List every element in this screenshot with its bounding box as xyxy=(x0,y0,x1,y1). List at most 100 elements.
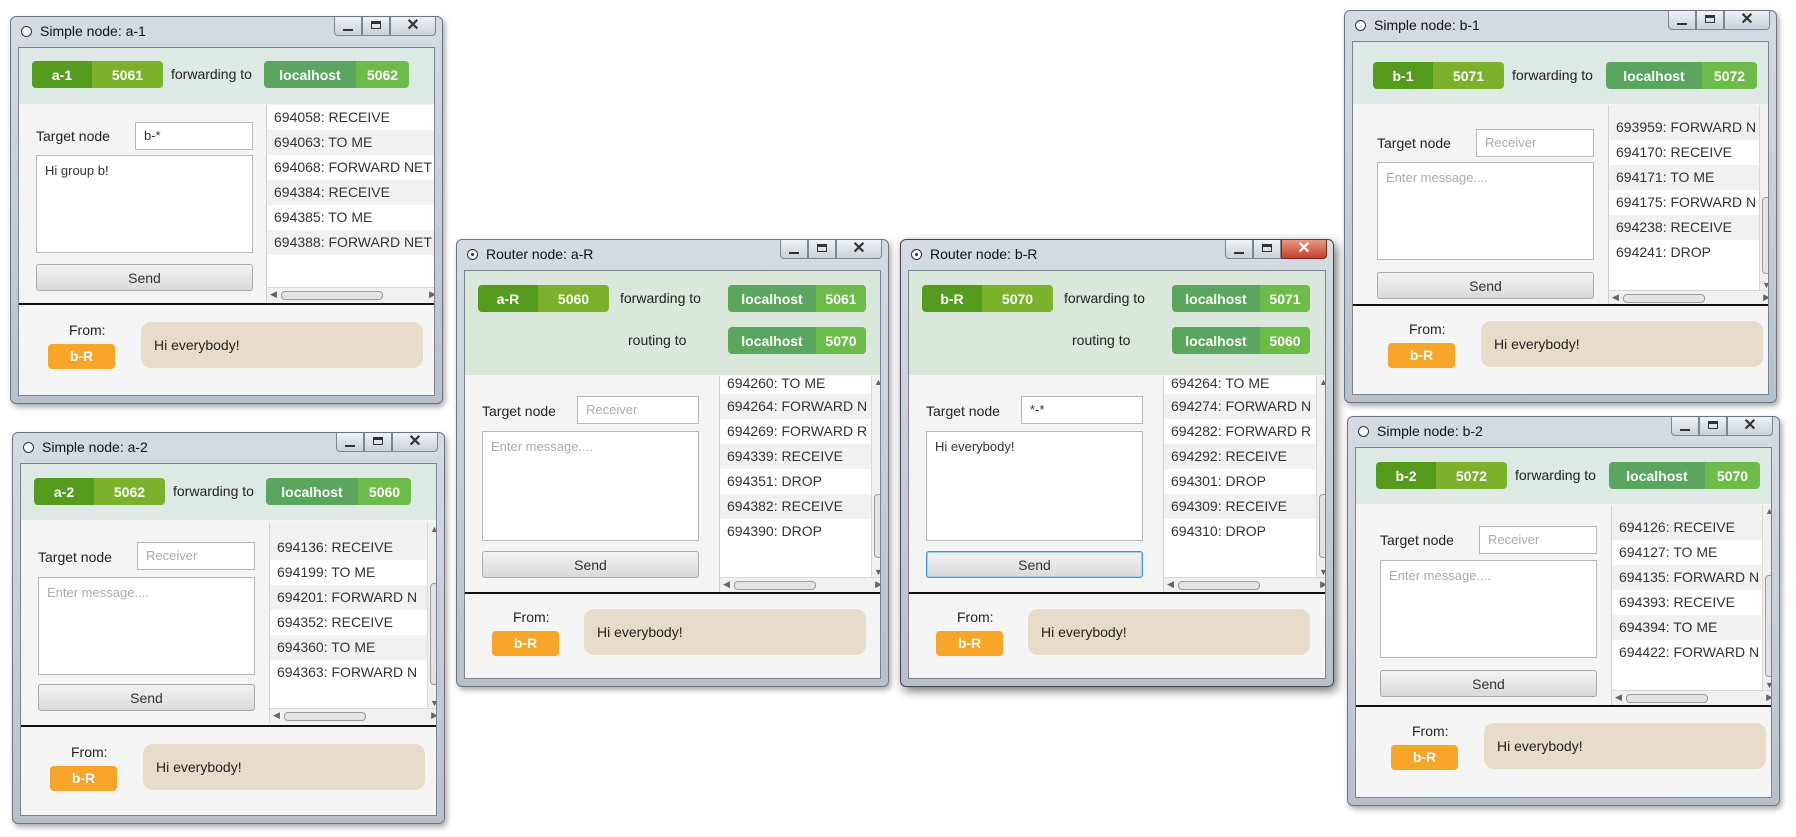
scroll-thumb[interactable] xyxy=(734,581,816,590)
scroll-left-icon[interactable]: ◀ xyxy=(1167,579,1174,590)
scroll-right-icon[interactable]: ▶ xyxy=(1766,692,1771,703)
scroll-down-icon[interactable]: ▼ xyxy=(1319,567,1325,577)
close-button[interactable]: ✕ xyxy=(1281,240,1327,259)
event-log[interactable]: 694264: TO ME 694274: FORWARD N 694282: … xyxy=(1163,376,1325,592)
forwarding-label: forwarding to xyxy=(173,483,254,499)
close-button[interactable]: ✕ xyxy=(836,240,882,259)
vertical-scrollbar[interactable]: ▲ ▼ xyxy=(871,376,880,578)
scroll-right-icon[interactable]: ▶ xyxy=(1320,579,1325,590)
maximize-button[interactable] xyxy=(1699,417,1727,436)
minimize-button[interactable] xyxy=(1671,417,1699,436)
target-node-input[interactable]: b-* xyxy=(135,122,253,150)
horizontal-scrollbar[interactable]: ◀ ▶ xyxy=(267,287,434,302)
target-node-input[interactable]: Receiver xyxy=(137,542,255,570)
event-log[interactable]: 694126: RECEIVE 694127: TO ME 694135: FO… xyxy=(1611,505,1771,705)
scroll-right-icon[interactable]: ▶ xyxy=(431,710,436,721)
scroll-thumb[interactable] xyxy=(1319,494,1325,558)
vertical-scrollbar[interactable]: ▲ ▼ xyxy=(1762,505,1771,691)
scroll-right-icon[interactable]: ▶ xyxy=(875,579,880,590)
event-log[interactable]: 693959: FORWARD N 694170: RECEIVE 694171… xyxy=(1608,105,1768,305)
scroll-thumb[interactable] xyxy=(1765,575,1771,677)
scroll-down-icon[interactable]: ▼ xyxy=(430,698,436,708)
send-button[interactable]: Send xyxy=(38,684,255,711)
title-bar[interactable]: Router node: a-R ✕ xyxy=(457,240,888,270)
message-input[interactable]: Enter message.... xyxy=(1377,162,1594,260)
scroll-down-icon[interactable]: ▼ xyxy=(874,567,880,577)
vertical-scrollbar[interactable]: ▲ ▼ xyxy=(427,523,436,709)
vertical-scrollbar[interactable]: ▼ xyxy=(1759,105,1768,291)
event-log[interactable]: 694058: RECEIVE 694063: TO ME 694068: FO… xyxy=(266,105,434,302)
vertical-scrollbar[interactable]: ▲ ▼ xyxy=(1316,376,1325,578)
send-button[interactable]: Send xyxy=(1377,272,1594,299)
close-icon: ✕ xyxy=(406,17,420,34)
close-button[interactable]: ✕ xyxy=(1724,11,1770,30)
scroll-up-icon[interactable]: ▲ xyxy=(874,377,880,387)
scroll-left-icon[interactable]: ◀ xyxy=(1615,692,1622,703)
target-node-input[interactable]: Receiver xyxy=(1479,526,1597,554)
minimize-button[interactable] xyxy=(336,433,364,452)
scroll-up-icon[interactable]: ▲ xyxy=(1319,377,1325,387)
send-button[interactable]: Send xyxy=(926,551,1143,578)
maximize-button[interactable] xyxy=(808,240,836,259)
scroll-thumb[interactable] xyxy=(430,583,436,685)
message-bubble: Hi everybody! xyxy=(584,609,866,655)
scroll-thumb[interactable] xyxy=(281,291,383,300)
send-button[interactable]: Send xyxy=(482,551,699,578)
message-input[interactable]: Enter message.... xyxy=(1380,560,1597,658)
target-node-input[interactable]: Receiver xyxy=(577,396,699,424)
scroll-left-icon[interactable]: ◀ xyxy=(723,579,730,590)
horizontal-scrollbar[interactable]: ◀ ▶ xyxy=(720,577,880,592)
maximize-button[interactable] xyxy=(364,433,392,452)
scroll-down-icon[interactable]: ▼ xyxy=(1765,680,1771,690)
minimize-button[interactable] xyxy=(334,17,362,36)
route-host: localhost xyxy=(1172,327,1260,354)
message-input[interactable]: Hi group b! xyxy=(36,155,253,253)
event-log[interactable]: 694260: TO ME 694264: FORWARD N 694269: … xyxy=(719,376,880,592)
title-bar[interactable]: Router node: b-R ✕ xyxy=(901,240,1333,270)
scroll-right-icon[interactable]: ▶ xyxy=(1763,292,1768,303)
send-button[interactable]: Send xyxy=(1380,670,1597,697)
maximize-button[interactable] xyxy=(362,17,390,36)
scroll-thumb[interactable] xyxy=(1623,294,1705,303)
horizontal-scrollbar[interactable]: ◀ ▶ xyxy=(270,708,436,723)
title-bar[interactable]: Simple node: b-2 ✕ xyxy=(1348,417,1779,447)
sender-badge: b-R xyxy=(492,631,559,656)
scroll-down-icon[interactable]: ▼ xyxy=(1762,280,1768,290)
forwarding-label: forwarding to xyxy=(171,66,252,82)
scroll-thumb[interactable] xyxy=(1626,694,1708,703)
minimize-button[interactable] xyxy=(1668,11,1696,30)
message-input[interactable]: Enter message.... xyxy=(482,431,699,541)
scroll-thumb[interactable] xyxy=(284,712,366,721)
log-row: 694269: FORWARD R xyxy=(727,423,868,439)
send-button[interactable]: Send xyxy=(36,264,253,291)
message-input[interactable]: Enter message.... xyxy=(38,577,255,675)
horizontal-scrollbar[interactable]: ◀ ▶ xyxy=(1612,690,1771,705)
horizontal-scrollbar[interactable]: ◀ ▶ xyxy=(1609,290,1768,305)
message-input[interactable]: Hi everybody! xyxy=(926,431,1143,541)
scroll-left-icon[interactable]: ◀ xyxy=(273,710,280,721)
close-button[interactable]: ✕ xyxy=(392,433,438,452)
scroll-left-icon[interactable]: ◀ xyxy=(270,289,277,300)
maximize-button[interactable] xyxy=(1696,11,1724,30)
target-node-input[interactable]: *-* xyxy=(1021,396,1143,424)
message-bubble: Hi everybody! xyxy=(141,322,423,368)
close-button[interactable]: ✕ xyxy=(1727,417,1773,436)
title-bar[interactable]: Simple node: a-1 ✕ xyxy=(11,17,442,47)
horizontal-scrollbar[interactable]: ◀ ▶ xyxy=(1164,577,1325,592)
scroll-thumb[interactable] xyxy=(1762,197,1768,274)
scroll-thumb[interactable] xyxy=(874,494,880,558)
scroll-right-icon[interactable]: ▶ xyxy=(429,289,434,300)
maximize-button[interactable] xyxy=(1253,240,1281,259)
scroll-up-icon[interactable]: ▲ xyxy=(1765,506,1771,516)
minimize-button[interactable] xyxy=(1225,240,1253,259)
close-button[interactable]: ✕ xyxy=(390,17,436,36)
scroll-thumb[interactable] xyxy=(1178,581,1260,590)
target-node-input[interactable]: Receiver xyxy=(1476,129,1594,157)
event-log[interactable]: 694136: RECEIVE 694199: TO ME 694201: FO… xyxy=(269,523,436,723)
title-bar[interactable]: Simple node: b-1 ✕ xyxy=(1345,11,1776,41)
minimize-button[interactable] xyxy=(780,240,808,259)
title-bar[interactable]: Simple node: a-2 ✕ xyxy=(13,433,444,463)
scroll-up-icon[interactable]: ▲ xyxy=(430,524,436,534)
scroll-left-icon[interactable]: ◀ xyxy=(1612,292,1619,303)
message-bubble: Hi everybody! xyxy=(143,744,425,790)
